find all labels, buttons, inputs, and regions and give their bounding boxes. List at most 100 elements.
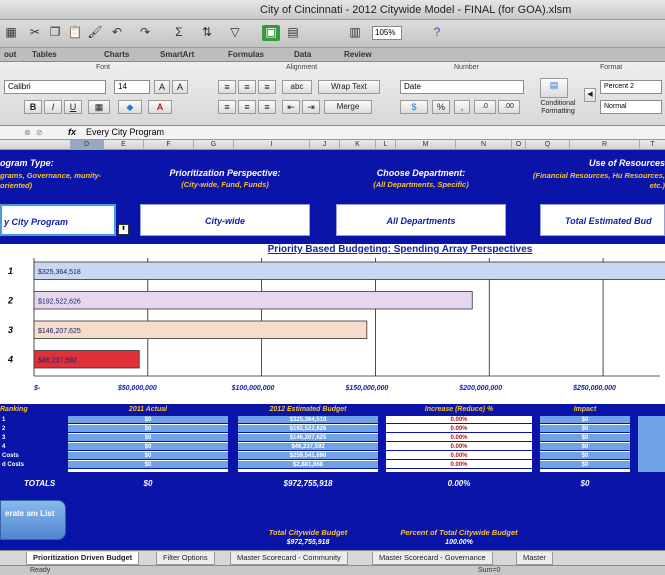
- increase-cell[interactable]: 0.00%: [386, 425, 532, 433]
- align-bottom-icon[interactable]: ≡: [258, 80, 276, 94]
- column-header[interactable]: Q: [526, 140, 570, 150]
- increase-cell[interactable]: 0.00%: [386, 461, 532, 469]
- column-header[interactable]: T: [640, 140, 665, 150]
- sheet-tab[interactable]: Master: [516, 552, 553, 565]
- column-header[interactable]: E: [104, 140, 144, 150]
- impact-cell[interactable]: $0: [540, 452, 630, 460]
- percent-button[interactable]: %: [432, 100, 450, 114]
- sheet-tab[interactable]: Master Scorecard - Community: [230, 552, 348, 565]
- bold-button[interactable]: B: [24, 100, 42, 114]
- impact-cell[interactable]: $0: [540, 461, 630, 469]
- program-type-select[interactable]: y City Program: [0, 204, 116, 236]
- merge-button[interactable]: Merge: [324, 100, 372, 114]
- increase-cell[interactable]: 0.00%: [386, 434, 532, 442]
- format-painter-icon[interactable]: 🖌: [86, 25, 104, 41]
- style-normal[interactable]: Normal: [600, 100, 662, 114]
- tab-data[interactable]: Data: [294, 50, 311, 59]
- sidebar-icon[interactable]: ▥: [346, 25, 364, 41]
- column-header[interactable]: N: [456, 140, 512, 150]
- actual-cell[interactable]: $0: [68, 416, 228, 424]
- wrap-text-button[interactable]: Wrap Text: [318, 80, 380, 94]
- shrink-font-button[interactable]: A: [172, 80, 188, 94]
- currency-icon[interactable]: $: [400, 100, 428, 114]
- style-scroll-left-icon[interactable]: ◀: [584, 88, 596, 102]
- align-right-icon[interactable]: ≡: [258, 100, 276, 114]
- tab-smartart[interactable]: SmartArt: [160, 50, 194, 59]
- estimated-cell[interactable]: $259,541,690: [238, 452, 378, 460]
- copy-icon[interactable]: ❐: [46, 25, 64, 41]
- impact-cell[interactable]: $0: [540, 443, 630, 451]
- borders-icon[interactable]: ▦: [88, 100, 110, 114]
- column-header[interactable]: I: [234, 140, 310, 150]
- tab-tables[interactable]: Tables: [32, 50, 57, 59]
- indent-decrease-icon[interactable]: ⇤: [282, 100, 300, 114]
- perspective-select[interactable]: City-wide: [140, 204, 310, 236]
- increase-decimal-icon[interactable]: .0: [474, 100, 496, 114]
- font-color-icon[interactable]: A: [148, 100, 172, 114]
- estimated-cell[interactable]: $146,207,625: [238, 434, 378, 442]
- program-type-dropdown-icon[interactable]: ⬍: [118, 224, 129, 235]
- underline-button[interactable]: U: [64, 100, 82, 114]
- estimated-cell[interactable]: $192,522,626: [238, 425, 378, 433]
- conditional-formatting-label[interactable]: Conditional Formatting: [536, 100, 580, 116]
- actual-cell[interactable]: $0: [68, 461, 228, 469]
- autosum-icon[interactable]: Σ: [170, 25, 188, 41]
- actual-cell[interactable]: $0: [68, 452, 228, 460]
- column-header[interactable]: F: [144, 140, 194, 150]
- column-header[interactable]: M: [396, 140, 456, 150]
- tab-layout[interactable]: out: [4, 50, 16, 59]
- zoom-select[interactable]: 105%: [372, 26, 402, 40]
- comma-button[interactable]: ,: [454, 100, 470, 114]
- align-top-icon[interactable]: ≡: [218, 80, 236, 94]
- redo-icon[interactable]: ↷: [136, 25, 154, 41]
- tab-review[interactable]: Review: [344, 50, 372, 59]
- resources-select[interactable]: Total Estimated Bud: [540, 204, 665, 236]
- sheet-tab[interactable]: Prioritization Driven Budget: [26, 552, 140, 565]
- increase-cell[interactable]: 0.00%: [386, 452, 532, 460]
- font-size-field[interactable]: 14: [114, 80, 150, 94]
- tab-charts[interactable]: Charts: [104, 50, 129, 59]
- style-percent2[interactable]: Percent 2: [600, 80, 662, 94]
- undo-icon[interactable]: ↶: [108, 25, 126, 41]
- gallery-icon[interactable]: ▣: [262, 25, 280, 41]
- estimated-cell[interactable]: $325,364,518: [238, 416, 378, 424]
- department-select[interactable]: All Departments: [336, 204, 506, 236]
- actual-cell[interactable]: $0: [68, 443, 228, 451]
- actual-cell[interactable]: $0: [68, 434, 228, 442]
- column-header[interactable]: L: [376, 140, 396, 150]
- font-name-field[interactable]: Calibri: [4, 80, 106, 94]
- impact-cell[interactable]: $0: [540, 425, 630, 433]
- impact-cell[interactable]: $0: [540, 416, 630, 424]
- toolbox-icon[interactable]: ▤: [284, 25, 302, 41]
- column-header[interactable]: O: [512, 140, 526, 150]
- align-center-icon[interactable]: ≡: [238, 100, 256, 114]
- number-format-field[interactable]: Date: [400, 80, 524, 94]
- column-header[interactable]: G: [194, 140, 234, 150]
- increase-cell[interactable]: 0.00%: [386, 416, 532, 424]
- generate-program-list-button[interactable]: erate am List: [0, 500, 66, 540]
- align-middle-icon[interactable]: ≡: [238, 80, 256, 94]
- formula-input[interactable]: Every City Program: [86, 127, 164, 137]
- sheet-tab[interactable]: Master Scorecard - Governance: [372, 552, 493, 565]
- cancel-formula-icon[interactable]: ⊗: [24, 128, 31, 137]
- impact-cell[interactable]: $0: [540, 434, 630, 442]
- sort-icon[interactable]: ⇅: [198, 25, 216, 41]
- indent-increase-icon[interactable]: ⇥: [302, 100, 320, 114]
- actual-cell[interactable]: $0: [68, 425, 228, 433]
- confirm-formula-icon[interactable]: ⊘: [36, 128, 43, 137]
- estimated-cell[interactable]: $46,237,592: [238, 443, 378, 451]
- save-icon[interactable]: ▦: [2, 25, 20, 41]
- sheet-tab[interactable]: Filter Options: [156, 552, 215, 565]
- decrease-decimal-icon[interactable]: .00: [498, 100, 520, 114]
- filter-icon[interactable]: ▽: [226, 25, 244, 41]
- italic-button[interactable]: I: [44, 100, 62, 114]
- paste-icon[interactable]: 📋: [66, 25, 84, 41]
- align-left-icon[interactable]: ≡: [218, 100, 236, 114]
- help-icon[interactable]: ?: [428, 25, 446, 41]
- grow-font-button[interactable]: A: [154, 80, 170, 94]
- increase-cell[interactable]: 0.00%: [386, 443, 532, 451]
- text-orientation-icon[interactable]: abc: [282, 80, 312, 94]
- column-header[interactable]: D: [70, 140, 104, 150]
- cut-icon[interactable]: ✂: [26, 25, 44, 41]
- estimated-cell[interactable]: $2,881,868: [238, 461, 378, 469]
